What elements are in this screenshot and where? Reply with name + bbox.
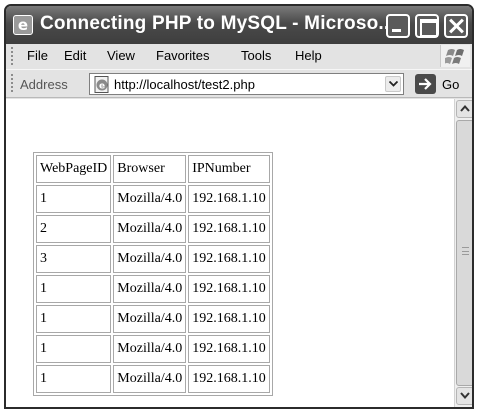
address-bar: Address e http://localhost/test2.php Go bbox=[6, 69, 472, 98]
table-cell: 192.168.1.10 bbox=[188, 365, 270, 393]
scroll-down-icon[interactable] bbox=[456, 387, 472, 405]
ie-page-icon: e bbox=[93, 76, 111, 96]
table-cell: 1 bbox=[36, 335, 112, 363]
table-cell: 192.168.1.10 bbox=[188, 185, 270, 213]
table-cell: Mozilla/4.0 bbox=[113, 245, 187, 273]
vertical-scrollbar[interactable] bbox=[454, 99, 472, 407]
column-header: IPNumber bbox=[188, 155, 270, 183]
address-grip[interactable] bbox=[11, 74, 13, 92]
table-cell: Mozilla/4.0 bbox=[113, 275, 187, 303]
table-row: 2 Mozilla/4.0 192.168.1.10 bbox=[36, 215, 270, 243]
table-cell: 1 bbox=[36, 185, 112, 213]
table-cell: 1 bbox=[36, 305, 112, 333]
table-cell: Mozilla/4.0 bbox=[113, 185, 187, 213]
ie-page-icon: e bbox=[13, 15, 33, 35]
table-cell: 2 bbox=[36, 215, 112, 243]
toolbar-grip[interactable] bbox=[11, 47, 13, 65]
column-header: Browser bbox=[113, 155, 187, 183]
title-bar[interactable]: e Connecting PHP to MySQL - Microso... bbox=[6, 6, 472, 44]
minimize-icon[interactable] bbox=[386, 14, 410, 38]
address-url: http://localhost/test2.php bbox=[114, 77, 255, 92]
scrollbar-thumb[interactable] bbox=[456, 120, 472, 386]
menu-bar: File Edit View Favorites Tools Help bbox=[6, 44, 472, 68]
table-cell: Mozilla/4.0 bbox=[113, 215, 187, 243]
scroll-grip-icon bbox=[462, 247, 469, 255]
svg-text:e: e bbox=[99, 82, 105, 92]
menu-tools[interactable]: Tools bbox=[241, 48, 271, 63]
table-cell: Mozilla/4.0 bbox=[113, 305, 187, 333]
table-row: 1 Mozilla/4.0 192.168.1.10 bbox=[36, 275, 270, 303]
table-row: 3 Mozilla/4.0 192.168.1.10 bbox=[36, 245, 270, 273]
table-cell: 192.168.1.10 bbox=[188, 275, 270, 303]
menu-file[interactable]: File bbox=[27, 48, 48, 63]
table-cell: Mozilla/4.0 bbox=[113, 335, 187, 363]
window-title: Connecting PHP to MySQL - Microso... bbox=[40, 13, 395, 34]
table-cell: 192.168.1.10 bbox=[188, 245, 270, 273]
table-row: 1 Mozilla/4.0 192.168.1.10 bbox=[36, 185, 270, 213]
chevron-down-icon[interactable] bbox=[385, 76, 401, 92]
menu-edit[interactable]: Edit bbox=[64, 48, 86, 63]
maximize-icon[interactable] bbox=[415, 14, 439, 38]
table-cell: 1 bbox=[36, 365, 112, 393]
scroll-up-icon[interactable] bbox=[456, 100, 472, 118]
menu-help[interactable]: Help bbox=[295, 48, 322, 63]
go-button[interactable]: Go bbox=[442, 77, 459, 92]
column-header: WebPageID bbox=[36, 155, 112, 183]
close-icon[interactable] bbox=[444, 14, 468, 38]
go-arrow-icon[interactable] bbox=[415, 74, 436, 94]
results-table: WebPageID Browser IPNumber 1 Mozilla/4.0… bbox=[33, 152, 273, 396]
table-cell: 192.168.1.10 bbox=[188, 305, 270, 333]
windows-flag-icon bbox=[440, 45, 470, 67]
browser-window: e Connecting PHP to MySQL - Microso... F… bbox=[4, 4, 474, 409]
page-content: WebPageID Browser IPNumber 1 Mozilla/4.0… bbox=[6, 99, 454, 407]
table-row: 1 Mozilla/4.0 192.168.1.10 bbox=[36, 335, 270, 363]
table-cell: 192.168.1.10 bbox=[188, 335, 270, 363]
table-cell: Mozilla/4.0 bbox=[113, 365, 187, 393]
address-label: Address bbox=[20, 77, 68, 92]
table-cell: 1 bbox=[36, 275, 112, 303]
table-header-row: WebPageID Browser IPNumber bbox=[36, 155, 270, 183]
table-row: 1 Mozilla/4.0 192.168.1.10 bbox=[36, 305, 270, 333]
table-cell: 3 bbox=[36, 245, 112, 273]
menu-favorites[interactable]: Favorites bbox=[156, 48, 209, 63]
menu-view[interactable]: View bbox=[107, 48, 135, 63]
address-input[interactable]: e http://localhost/test2.php bbox=[89, 73, 404, 95]
table-cell: 192.168.1.10 bbox=[188, 215, 270, 243]
table-row: 1 Mozilla/4.0 192.168.1.10 bbox=[36, 365, 270, 393]
